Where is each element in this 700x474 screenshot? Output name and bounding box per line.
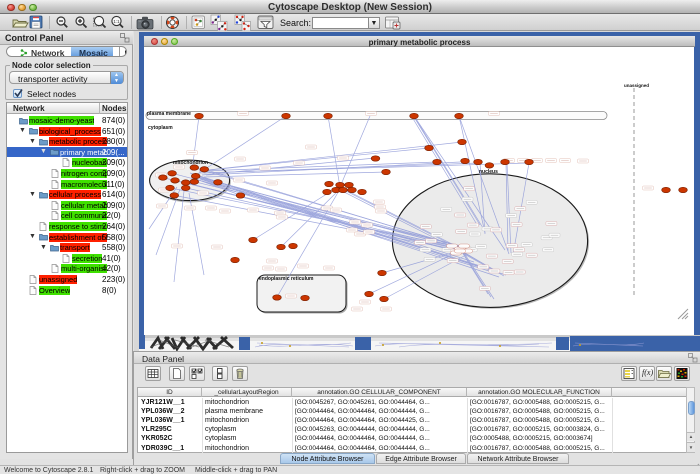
svg-text:1:1: 1:1 [113, 19, 120, 24]
svg-text:mitochondrion: mitochondrion [173, 160, 208, 166]
svg-text:unassigned: unassigned [624, 83, 649, 88]
svg-text:nucleus: nucleus [479, 169, 498, 175]
svg-text:plasma membrane: plasma membrane [147, 111, 191, 117]
svg-text:endoplasmic reticulum: endoplasmic reticulum [259, 276, 314, 282]
svg-text:cytoplasm: cytoplasm [148, 125, 173, 131]
